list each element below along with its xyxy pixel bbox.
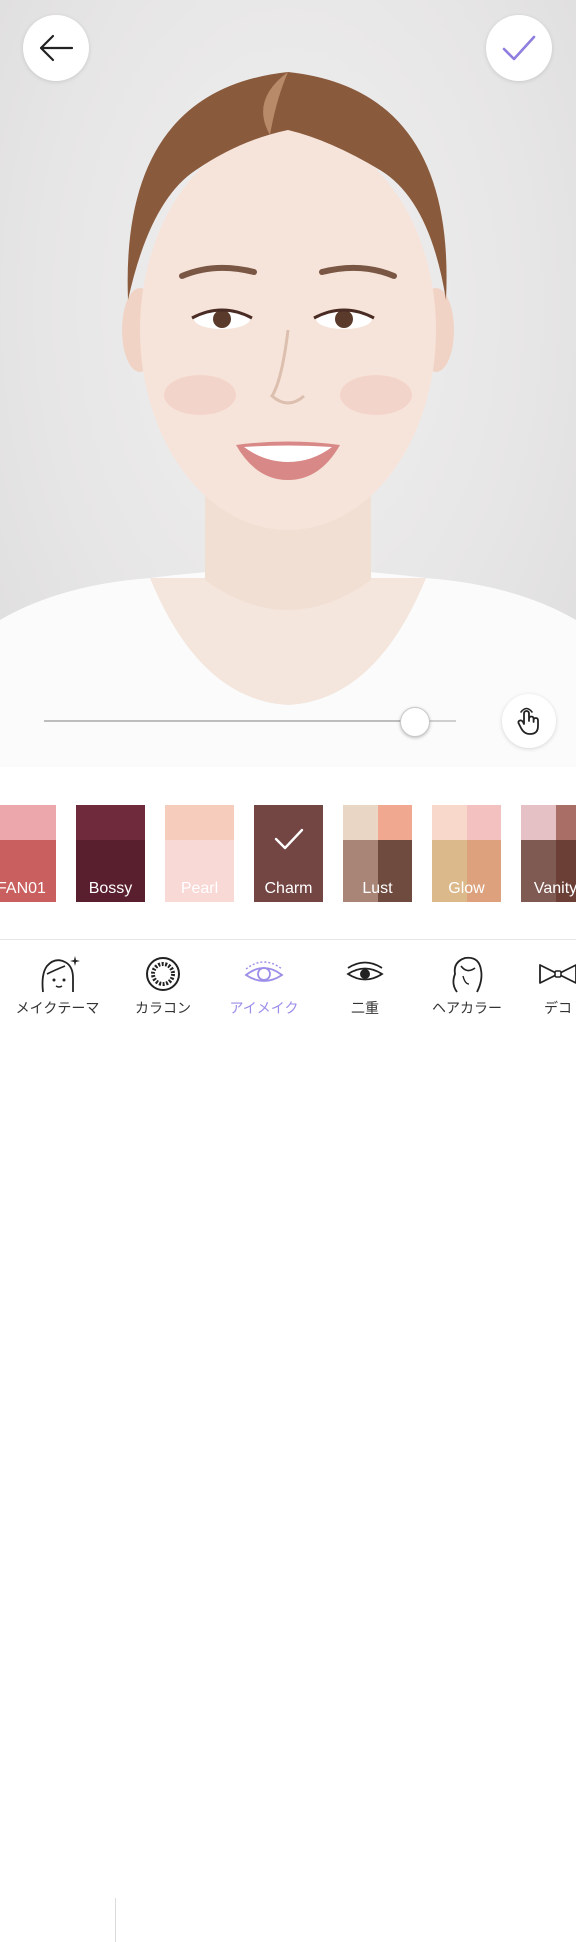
palette-label: Vanity xyxy=(533,880,576,897)
tab-double-eyelid[interactable]: 二重 xyxy=(320,940,410,1024)
palette-swatch-charm[interactable]: Charm xyxy=(254,805,323,902)
palette-swatch-fan01[interactable]: FAN01 xyxy=(0,805,56,902)
tab-label: アイメイク xyxy=(229,1001,299,1017)
palette-swatch-lust[interactable]: Lust xyxy=(343,805,412,902)
tab-hair-color[interactable]: ヘアカラー xyxy=(420,940,514,1024)
tab-label: ヘアカラー xyxy=(432,1001,502,1017)
touch-compare-button[interactable] xyxy=(502,694,556,748)
portrait-illustration xyxy=(0,72,576,767)
tab-label: メイクテーマ xyxy=(15,1001,100,1017)
palette-label: Lust xyxy=(362,880,393,897)
face-preview-photo xyxy=(0,0,576,767)
eye-makeup-icon xyxy=(244,961,284,982)
palette-swatch-vanity[interactable]: Vanity xyxy=(521,805,576,902)
color-contact-lens-icon xyxy=(146,957,180,991)
tab-label: カラコン xyxy=(135,1001,191,1017)
palette-label: Bossy xyxy=(88,880,133,897)
palette-label: Charm xyxy=(264,880,313,897)
decoration-bow-icon xyxy=(539,964,576,984)
palette-swatch-pearl[interactable]: Pearl xyxy=(165,805,234,902)
confirm-button[interactable] xyxy=(486,15,552,81)
double-eyelid-icon xyxy=(346,961,384,981)
tab-separator xyxy=(115,1898,116,1942)
tab-eye-makeup[interactable]: アイメイク xyxy=(216,940,312,1024)
eye-palette-strip: FAN01 Bossy Pearl Charm Lust Glow Vanity xyxy=(0,767,576,939)
tab-color-contact[interactable]: カラコン xyxy=(118,940,208,1024)
palette-label: Pearl xyxy=(180,880,219,897)
hair-color-icon xyxy=(452,956,483,993)
palette-label: FAN01 xyxy=(0,880,46,897)
tab-decoration[interactable]: デコ xyxy=(524,940,576,1024)
hand-touch-icon xyxy=(517,707,539,735)
palette-swatch-bossy[interactable]: Bossy xyxy=(76,805,145,902)
palette-swatch-glow[interactable]: Glow xyxy=(432,805,501,902)
selected-checkmark-icon xyxy=(274,828,304,850)
intensity-slider-fill xyxy=(44,720,415,722)
back-button[interactable] xyxy=(23,15,89,81)
bottom-tab-bar: メイクテーマ カラコン アイメイク 二重 ヘアカラー デコ xyxy=(0,940,576,1942)
intensity-slider-handle[interactable] xyxy=(399,707,430,737)
palette-label: Glow xyxy=(448,880,485,897)
tab-label: 二重 xyxy=(351,1001,379,1017)
makeup-theme-face-icon xyxy=(41,956,80,993)
checkmark-icon xyxy=(502,35,536,61)
tab-makeup-theme[interactable]: メイクテーマ xyxy=(0,940,115,1024)
intensity-slider-track[interactable] xyxy=(44,720,456,722)
tab-label: デコ xyxy=(544,1001,572,1017)
arrow-left-icon xyxy=(39,34,74,62)
